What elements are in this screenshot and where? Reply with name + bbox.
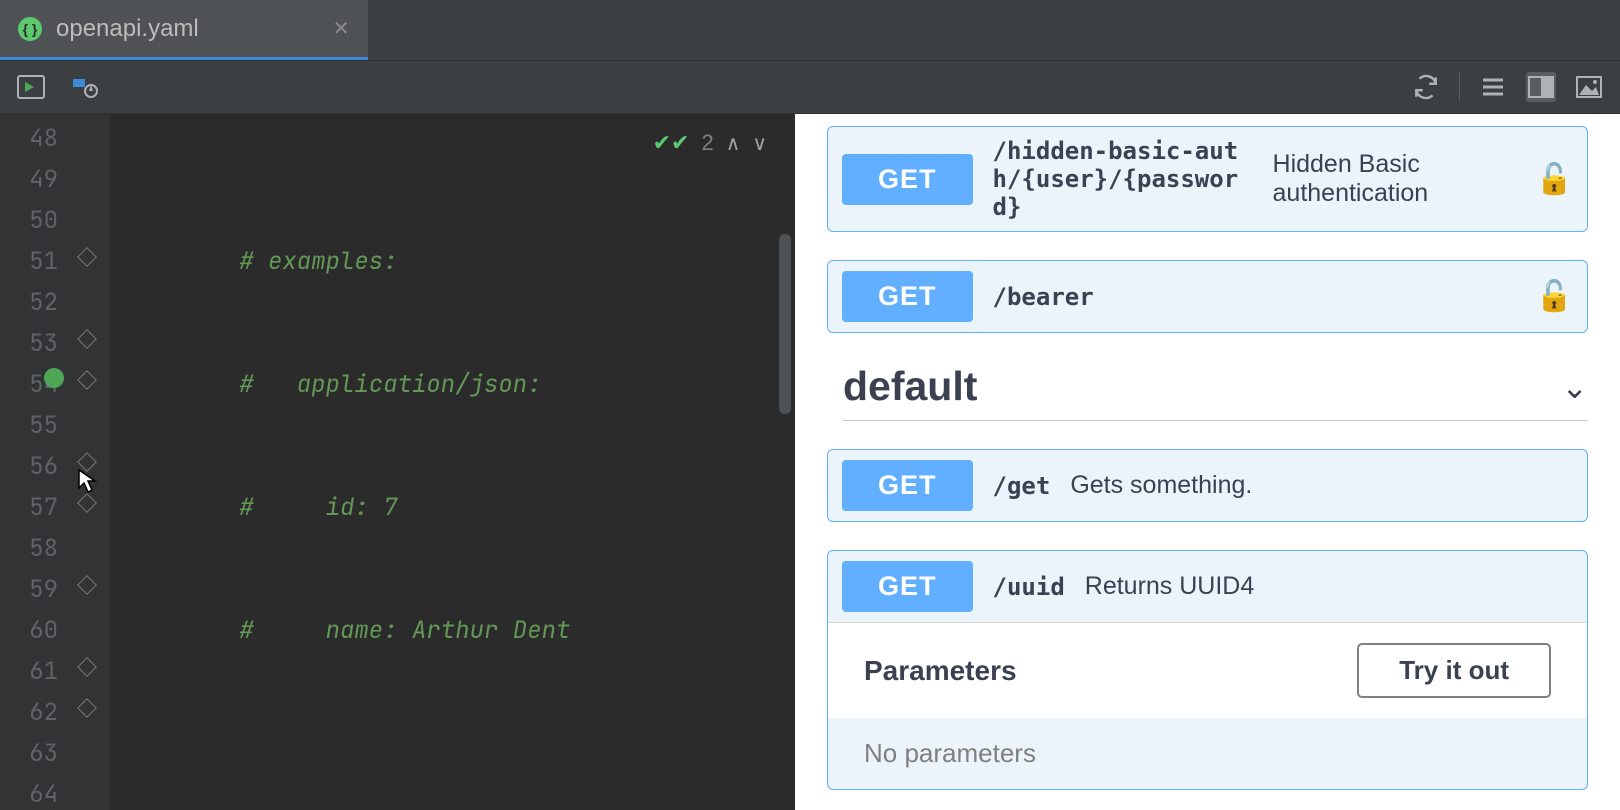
tab-bar: { } openapi.yaml ✕ xyxy=(0,0,1620,60)
toolbar xyxy=(0,60,1620,114)
run-config-icon[interactable] xyxy=(16,72,46,102)
line-number: 64 xyxy=(0,774,58,810)
line-number: 59 xyxy=(0,569,58,610)
endpoint-header[interactable]: GET /uuid Returns UUID4 xyxy=(828,551,1587,622)
endpoint-desc: Gets something. xyxy=(1070,471,1252,500)
line-number: 52 xyxy=(0,282,58,323)
fold-marker-icon[interactable] xyxy=(77,329,97,349)
chevron-down-icon[interactable]: ⌄ xyxy=(1561,368,1588,406)
fold-marker-icon[interactable] xyxy=(77,247,97,267)
endpoint-path: /get xyxy=(993,472,1051,500)
endpoint-row[interactable]: GET /get Gets something. xyxy=(827,449,1588,522)
line-number: 55 xyxy=(0,405,58,446)
endpoint-desc: Returns UUID4 xyxy=(1085,572,1255,601)
line-number: 60 xyxy=(0,610,58,651)
file-tab[interactable]: { } openapi.yaml ✕ xyxy=(0,0,368,60)
line-number: 57 xyxy=(0,487,58,528)
fold-gutter xyxy=(70,114,110,810)
split-view-icon[interactable] xyxy=(1526,72,1556,102)
section-title: default xyxy=(843,363,977,410)
fold-marker-icon[interactable] xyxy=(77,370,97,390)
line-number: 53 xyxy=(0,323,58,364)
line-number: 56 xyxy=(0,446,58,487)
run-gutter-icon[interactable] xyxy=(44,368,64,388)
swagger-preview[interactable]: GET /hidden-basic-auth/{user}/{password}… xyxy=(795,114,1620,810)
code-text: # id: 7 xyxy=(239,492,397,523)
line-number: 48 xyxy=(0,118,58,159)
openapi-icon: { } xyxy=(18,17,42,41)
image-icon[interactable] xyxy=(1574,72,1604,102)
line-number: 49 xyxy=(0,159,58,200)
line-number: 50 xyxy=(0,200,58,241)
http-client-icon[interactable] xyxy=(70,72,100,102)
main-split: 48 49 50 51 52 53 54 55 56 57 58 59 60 6… xyxy=(0,114,1620,810)
parameters-title: Parameters xyxy=(864,655,1017,687)
method-badge: GET xyxy=(842,460,973,511)
chevron-down-icon[interactable]: ∨ xyxy=(752,131,767,156)
endpoint-row-expanded: GET /uuid Returns UUID4 Parameters Try i… xyxy=(827,550,1588,790)
code-text: # examples: xyxy=(239,246,397,277)
inspections-count: 2 xyxy=(701,130,713,156)
tab-title: openapi.yaml xyxy=(56,15,199,43)
check-icon: ✔✔ xyxy=(653,130,690,156)
code-text: # application/json: xyxy=(239,369,541,400)
parameters-bar: Parameters Try it out xyxy=(828,622,1587,718)
separator xyxy=(1459,73,1460,101)
endpoint-path: /hidden-basic-auth/{user}/{password} xyxy=(993,137,1253,221)
layout-list-icon[interactable] xyxy=(1478,72,1508,102)
endpoint-desc: Hidden Basic authentication xyxy=(1273,150,1433,208)
line-number: 63 xyxy=(0,733,58,774)
line-number: 62 xyxy=(0,692,58,733)
chevron-up-icon[interactable]: ∧ xyxy=(726,131,741,156)
endpoint-row[interactable]: GET /bearer 🔓 xyxy=(827,260,1588,333)
fold-marker-icon[interactable] xyxy=(77,452,97,472)
method-badge: GET xyxy=(842,154,973,205)
vertical-scrollbar[interactable] xyxy=(779,234,791,414)
fold-marker-icon[interactable] xyxy=(77,657,97,677)
try-it-out-button[interactable]: Try it out xyxy=(1357,643,1551,698)
method-badge: GET xyxy=(842,271,973,322)
endpoint-path: /uuid xyxy=(993,573,1065,601)
fold-marker-icon[interactable] xyxy=(77,493,97,513)
refresh-icon[interactable] xyxy=(1411,72,1441,102)
line-number: 51 xyxy=(0,241,58,282)
close-icon[interactable]: ✕ xyxy=(333,16,350,41)
endpoint-row[interactable]: GET /hidden-basic-auth/{user}/{password}… xyxy=(827,126,1588,232)
code-text: # name: Arthur Dent xyxy=(239,615,570,646)
fold-marker-icon[interactable] xyxy=(77,698,97,718)
fold-marker-icon[interactable] xyxy=(77,575,97,595)
inspections-indicator[interactable]: ✔✔ 2 ∧ ∨ xyxy=(653,130,767,156)
lock-icon[interactable]: 🔓 xyxy=(1536,279,1573,314)
line-number: 61 xyxy=(0,651,58,692)
endpoint-path: /bearer xyxy=(993,283,1094,311)
editor-pane[interactable]: 48 49 50 51 52 53 54 55 56 57 58 59 60 6… xyxy=(0,114,795,810)
section-header[interactable]: default ⌄ xyxy=(843,363,1588,421)
method-badge: GET xyxy=(842,561,973,612)
no-parameters-text: No parameters xyxy=(828,718,1587,789)
code-area[interactable]: # examples: # application/json: # id: 7 … xyxy=(110,114,795,810)
line-number: 58 xyxy=(0,528,58,569)
line-number-gutter: 48 49 50 51 52 53 54 55 56 57 58 59 60 6… xyxy=(0,114,70,810)
lock-icon[interactable]: 🔓 xyxy=(1536,162,1573,197)
